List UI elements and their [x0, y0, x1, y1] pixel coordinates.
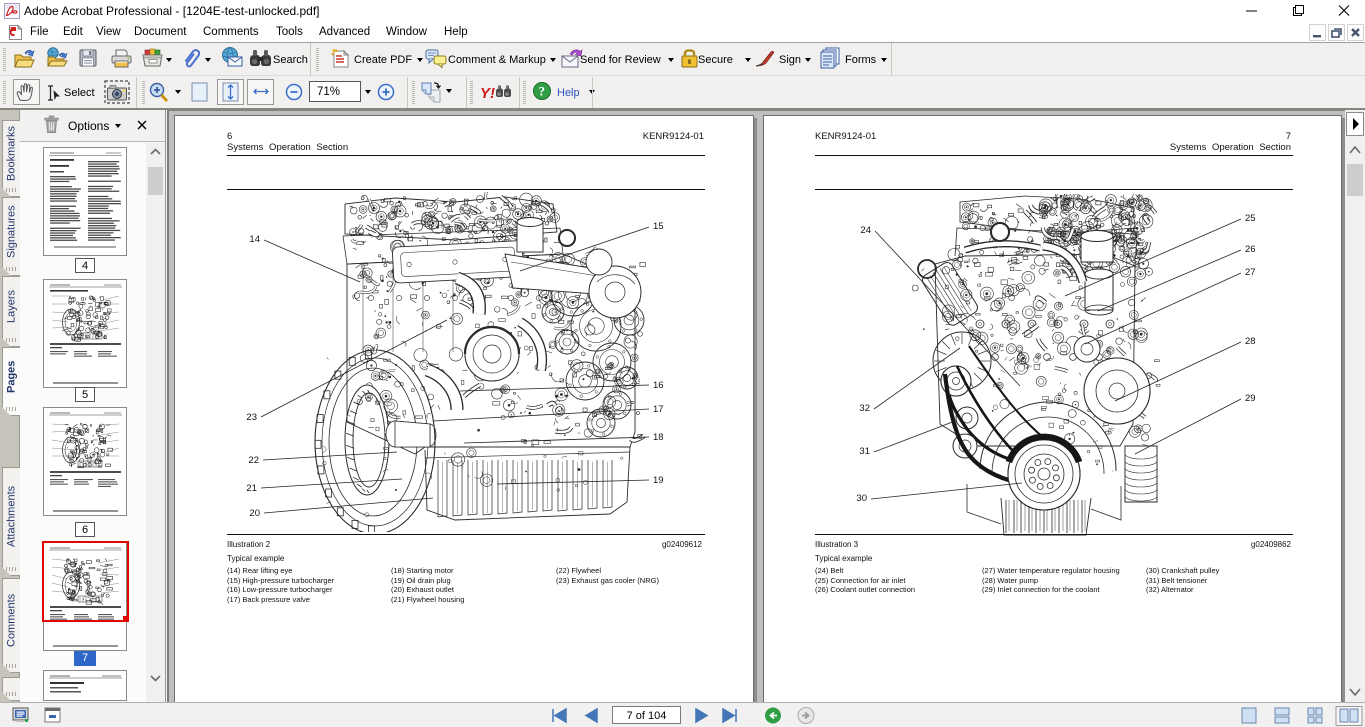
- svg-text:22: 22: [248, 455, 259, 466]
- svg-text:23: 23: [246, 412, 257, 423]
- svg-text:16: 16: [653, 380, 664, 391]
- svg-text:31: 31: [859, 446, 870, 457]
- svg-text:17: 17: [653, 404, 664, 415]
- svg-text:30: 30: [856, 493, 867, 504]
- svg-text:28: 28: [1245, 336, 1256, 347]
- svg-text:19: 19: [653, 475, 664, 486]
- svg-text:24: 24: [860, 225, 871, 236]
- svg-text:18: 18: [653, 432, 664, 443]
- svg-text:27: 27: [1245, 267, 1256, 278]
- svg-text:Y!: Y!: [480, 85, 495, 102]
- svg-text:26: 26: [1245, 244, 1256, 255]
- svg-text:29: 29: [1245, 393, 1256, 404]
- svg-text:15: 15: [653, 221, 664, 232]
- svg-text:14: 14: [249, 234, 260, 245]
- svg-text:20: 20: [249, 508, 260, 519]
- svg-text:21: 21: [246, 483, 257, 494]
- svg-text:25: 25: [1245, 213, 1256, 224]
- svg-text:32: 32: [859, 403, 870, 414]
- svg-text:?: ?: [539, 84, 546, 99]
